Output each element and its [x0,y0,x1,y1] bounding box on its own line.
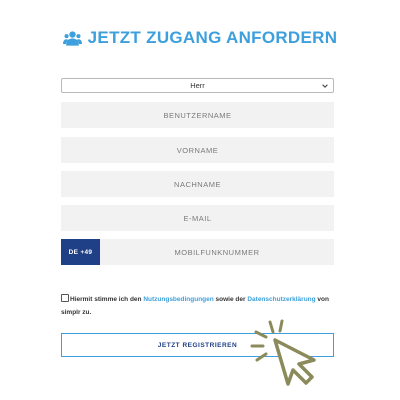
consent-text-middle: sowie der [213,296,248,303]
salutation-select[interactable]: Herr [61,78,334,93]
mobile-field[interactable]: MOBILFUNKNUMMER [100,239,334,265]
lastname-field[interactable]: NACHNAME [61,171,334,197]
privacy-link[interactable]: Datenschutzerklärung [247,296,315,303]
click-cursor-icon [250,319,316,386]
form-title: JETZT ZUGANG ANFORDERN [0,28,400,48]
country-code-label: DE +49 [68,248,93,256]
consent-row: Hiermit stimme ich den Nutzungsbedingung… [61,293,341,319]
email-field[interactable]: E-MAIL [61,205,334,231]
form-title-text: JETZT ZUGANG ANFORDERN [87,28,338,47]
register-button-label: JETZT REGISTRIEREN [157,341,238,349]
consent-text-before: Hiermit stimme ich den [70,296,144,303]
terms-link[interactable]: Nutzungsbedingungen [143,296,213,303]
email-placeholder: E-MAIL [183,213,212,223]
firstname-placeholder: VORNAME [176,145,219,155]
country-code-select[interactable]: DE +49 [61,239,100,265]
mobile-placeholder: MOBILFUNKNUMMER [174,247,260,257]
username-field[interactable]: BENUTZERNAME [61,102,334,128]
users-icon [62,30,82,46]
chevron-down-icon [322,84,328,88]
lastname-placeholder: NACHNAME [174,179,221,189]
consent-checkbox[interactable] [61,294,69,302]
username-placeholder: BENUTZERNAME [163,110,232,120]
salutation-value: Herr [190,81,205,90]
firstname-field[interactable]: VORNAME [61,137,334,163]
